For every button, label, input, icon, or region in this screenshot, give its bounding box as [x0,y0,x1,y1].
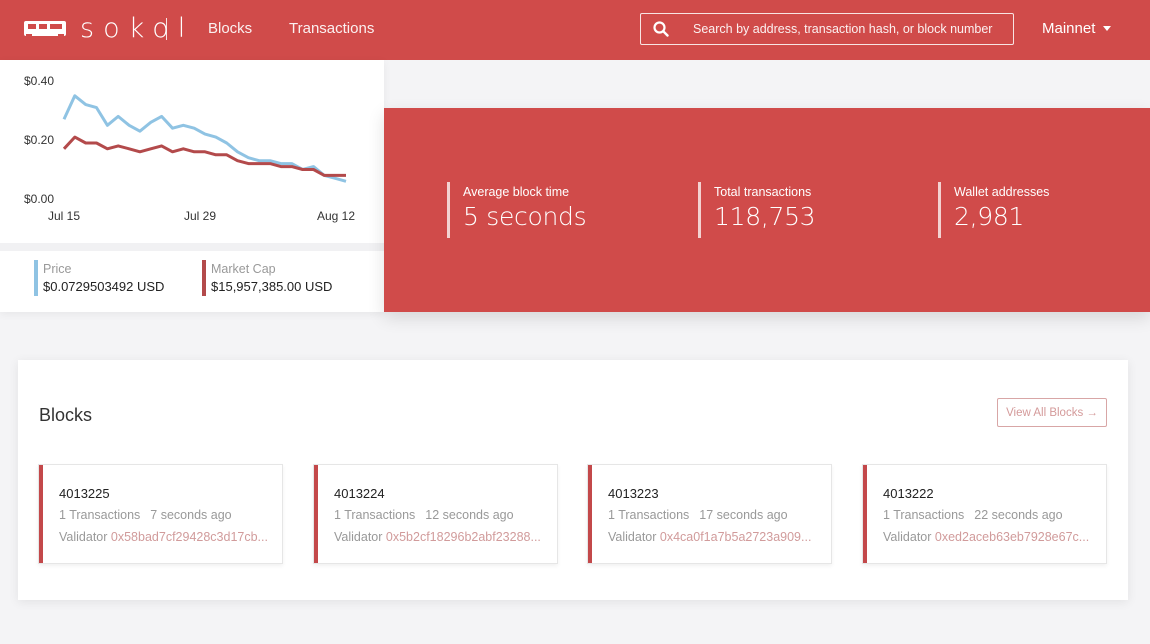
stat-value: 2,981 [954,202,1025,231]
stat-value: 118,753 [714,202,816,231]
nav-transactions[interactable]: Transactions [289,20,374,37]
y-tick-label: $0.20 [24,133,54,147]
price-value: $0.0729503492 USD [43,279,165,294]
market-history-chart: $0.40 $0.20 $0.00 Jul 15 Jul 29 Aug 12 [24,74,355,223]
block-number[interactable]: 4013225 [59,486,110,501]
x-tick-label: Aug 12 [317,209,355,223]
view-all-blocks-button[interactable]: View All Blocks → [997,398,1107,427]
market-cap-legend-bar [202,260,206,296]
search-input[interactable] [693,22,1013,36]
network-label: Mainnet [1042,20,1096,37]
stat-value: 5 seconds [463,202,587,231]
block-number[interactable]: 4013224 [334,486,385,501]
block-tile[interactable]: 4013224 1 Transactions 12 seconds ago Val… [313,464,558,564]
sokol-logo[interactable]: sokol [24,13,195,44]
validator-address-link[interactable]: 0x4ca0f1a7b5a2723a909... [660,530,812,544]
block-meta: 1 Transactions 12 seconds ago [334,508,514,522]
validator-address-link[interactable]: 0x58bad7cf29428c3d17cb... [111,530,268,544]
block-number[interactable]: 4013222 [883,486,934,501]
chevron-down-icon [1103,26,1112,31]
stat-label: Total transactions [714,185,812,199]
stat-label: Wallet addresses [954,185,1050,199]
validator-address-link[interactable]: 0x5b2cf18296b2abf23288... [386,530,541,544]
block-accent [863,465,867,563]
block-age: 7 seconds ago [150,508,232,522]
block-age: 17 seconds ago [699,508,788,522]
price-stat: Price $0.0729503492 USD [34,260,164,296]
stat-label: Average block time [463,185,570,199]
x-tick-label: Jul 15 [48,209,80,223]
block-tile[interactable]: 4013222 1 Transactions 22 seconds ago Val… [862,464,1107,564]
stat-total-transactions: Total transactions 118,753 [698,182,816,238]
x-tick-label: Jul 29 [184,209,216,223]
network-dropdown[interactable]: Mainnet [1042,20,1112,37]
block-validator: Validator 0xed2aceb63eb7928e67c... [883,530,1095,544]
blocks-card: Blocks View All Blocks → 4013225 1 Trans… [18,360,1128,600]
block-number[interactable]: 4013223 [608,486,659,501]
stat-bar [698,182,701,238]
block-accent [314,465,318,563]
price-label: Price [43,262,72,276]
block-tx-count: 1 Transactions [883,508,965,522]
validator-address-link[interactable]: 0xed2aceb63eb7928e67c... [935,530,1089,544]
nav-blocks[interactable]: Blocks [208,20,252,37]
block-tile[interactable]: 4013225 1 Transactions 7 seconds ago Vali… [38,464,283,564]
validator-label: Validator [883,530,932,544]
validator-label: Validator [334,530,383,544]
market-cap-stat: Market Cap $15,957,385.00 USD [202,260,332,296]
market-cap-label: Market Cap [211,262,276,276]
stat-average-block-time: Average block time 5 seconds [447,182,587,238]
stat-bar [938,182,941,238]
block-meta: 1 Transactions 22 seconds ago [883,508,1063,522]
block-tile[interactable]: 4013223 1 Transactions 17 seconds ago Val… [587,464,832,564]
search-icon[interactable] [641,14,681,44]
y-tick-label: $0.40 [24,74,54,88]
top-navbar: sokol Blocks Transactions Mainnet [0,0,1150,60]
stat-bar [447,182,450,238]
blocks-title: Blocks [39,405,93,425]
chart-divider [0,243,384,251]
y-tick-label: $0.00 [24,192,54,206]
block-meta: 1 Transactions 7 seconds ago [59,508,232,522]
block-accent [588,465,592,563]
network-stats-card: Average block time 5 seconds Total trans… [384,108,1150,312]
stat-wallet-addresses: Wallet addresses 2,981 [938,182,1049,238]
block-validator: Validator 0x58bad7cf29428c3d17cb... [59,530,271,544]
logo-text: sokol [80,13,195,44]
series-line-market-cap [62,135,346,177]
search-box [640,13,1014,45]
block-tx-count: 1 Transactions [334,508,416,522]
market-chart-card: $0.40 $0.20 $0.00 Jul 15 Jul 29 Aug 12 Price … [0,60,384,312]
block-validator: Validator 0x5b2cf18296b2abf23288... [334,530,546,544]
block-age: 12 seconds ago [425,508,514,522]
block-meta: 1 Transactions 17 seconds ago [608,508,788,522]
block-age: 22 seconds ago [974,508,1063,522]
block-accent [39,465,43,563]
block-tx-count: 1 Transactions [59,508,141,522]
price-legend-bar [34,260,38,296]
logo-mark-icon [24,19,66,39]
validator-label: Validator [59,530,108,544]
logo-separator [166,18,167,40]
validator-label: Validator [608,530,657,544]
block-validator: Validator 0x4ca0f1a7b5a2723a909... [608,530,820,544]
market-cap-value: $15,957,385.00 USD [211,279,333,294]
block-tx-count: 1 Transactions [608,508,690,522]
